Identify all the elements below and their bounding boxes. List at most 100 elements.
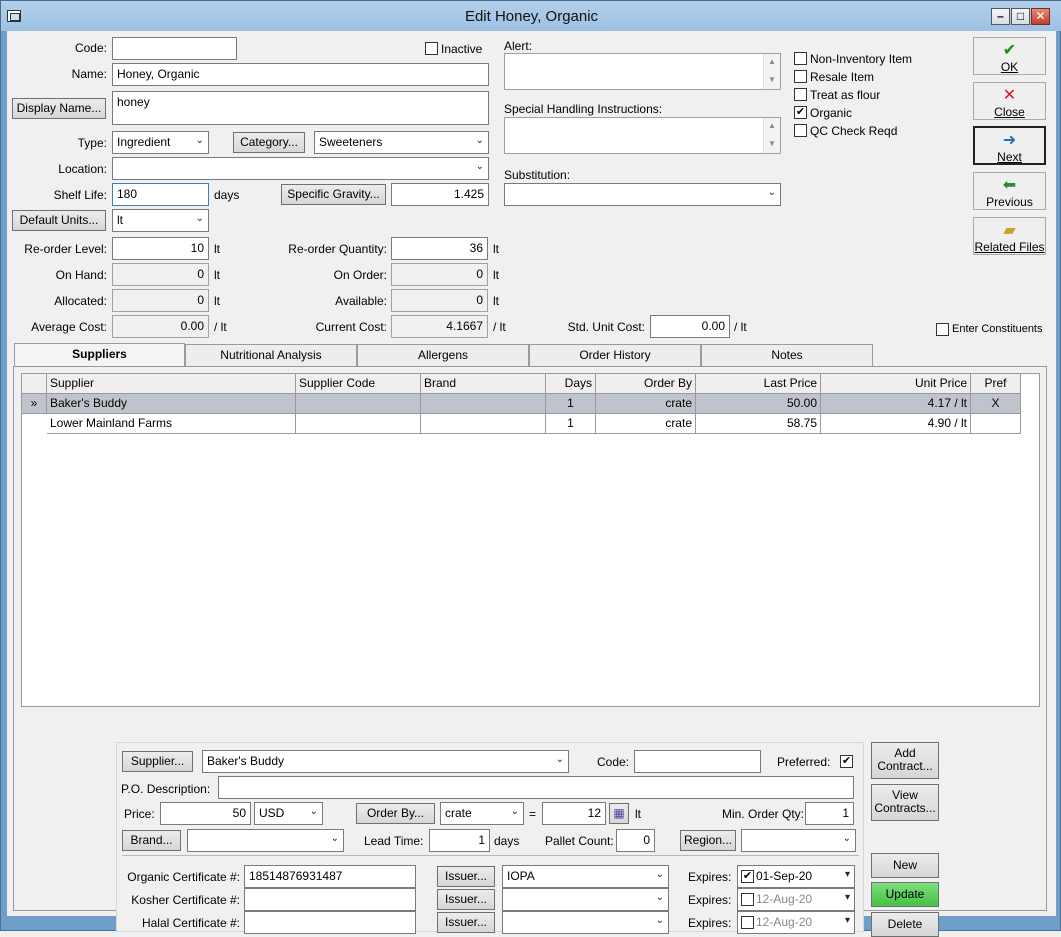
currency-select[interactable]: USD ⌄ [254, 802, 323, 825]
location-select[interactable]: ⌄ [112, 157, 489, 180]
col-last-price[interactable]: Last Price [696, 374, 821, 394]
price-label: Price: [124, 807, 155, 821]
default-units-button[interactable]: Default Units... [12, 210, 106, 231]
avg-cost-unit: / lt [214, 320, 227, 334]
order-qty-input[interactable]: 12 [542, 802, 606, 825]
halal-cert-label: Halal Certificate #: [141, 916, 240, 930]
scroll-down-icon: ▼ [768, 138, 776, 148]
special-handling-textarea[interactable]: ▲ ▼ [504, 117, 781, 154]
price-input[interactable]: 50 [160, 802, 251, 825]
cell-supplier-code [296, 394, 421, 414]
reorder-qty-input[interactable]: 36 [391, 237, 488, 260]
default-units-select[interactable]: lt ⌄ [112, 209, 209, 232]
previous-button[interactable]: ⬅ Previous [973, 172, 1046, 210]
view-contracts-button[interactable]: View Contracts... [871, 784, 939, 821]
organic-expires-checkbox[interactable]: ✔ [741, 870, 754, 883]
col-supplier[interactable]: Supplier [47, 374, 296, 394]
special-handling-scrollbar[interactable]: ▲ ▼ [763, 118, 780, 153]
window-close-button[interactable]: ✕ [1031, 8, 1050, 25]
col-supplier-code[interactable]: Supplier Code [296, 374, 421, 394]
col-brand[interactable]: Brand [421, 374, 546, 394]
order-by-button[interactable]: Order By... [356, 803, 435, 824]
preferred-checkbox[interactable]: ✔ [840, 755, 853, 768]
title-bar: Edit Honey, Organic – □ ✕ [1, 1, 1061, 31]
category-button[interactable]: Category... [233, 132, 305, 153]
on-hand-label: On Hand: [55, 268, 107, 282]
tab-nutritional-analysis[interactable]: Nutritional Analysis [185, 344, 357, 366]
add-contract-button[interactable]: Add Contract... [871, 742, 939, 779]
supplier-button[interactable]: Supplier... [122, 751, 193, 772]
substitution-select[interactable]: ⌄ [504, 183, 781, 206]
organic-issuer-button[interactable]: Issuer... [437, 866, 495, 887]
ok-button[interactable]: ✔ OK [973, 37, 1046, 75]
type-select[interactable]: Ingredient ⌄ [112, 131, 209, 154]
edit-item-window: Edit Honey, Organic – □ ✕ Code: Inactive… [0, 0, 1061, 937]
shelf-life-input[interactable]: 180 [112, 183, 209, 206]
lead-time-input[interactable]: 1 [429, 829, 490, 852]
col-days[interactable]: Days [546, 374, 596, 394]
calculator-icon[interactable]: ▦ [609, 803, 629, 824]
kosher-issuer-select[interactable]: ⌄ [502, 888, 669, 911]
supplier-select[interactable]: Baker's Buddy ⌄ [202, 750, 569, 773]
on-order-label: On Order: [333, 268, 387, 282]
specific-gravity-button[interactable]: Specific Gravity... [281, 184, 386, 205]
close-button[interactable]: ✕ Close [973, 82, 1046, 120]
tab-suppliers[interactable]: Suppliers [14, 343, 185, 367]
kosher-cert-input[interactable] [244, 888, 416, 911]
related-files-button[interactable]: ▰ Related Files [973, 217, 1046, 255]
halal-issuer-button[interactable]: Issuer... [437, 912, 495, 933]
cell-supplier: Baker's Buddy [47, 394, 296, 414]
tab-allergens[interactable]: Allergens [357, 344, 529, 366]
update-button[interactable]: Update [871, 882, 939, 907]
supplier-code-input[interactable] [634, 750, 761, 773]
resale-item-checkbox[interactable] [794, 70, 807, 83]
row-marker [22, 414, 47, 434]
col-order-by[interactable]: Order By [596, 374, 696, 394]
category-select[interactable]: Sweeteners ⌄ [314, 131, 489, 154]
delete-button[interactable]: Delete [871, 912, 939, 937]
specific-gravity-input[interactable]: 1.425 [391, 183, 489, 206]
kosher-issuer-button[interactable]: Issuer... [437, 889, 495, 910]
qc-check-checkbox[interactable] [794, 124, 807, 137]
treat-as-flour-checkbox[interactable] [794, 88, 807, 101]
col-unit-price[interactable]: Unit Price [821, 374, 971, 394]
alert-textarea[interactable]: ▲ ▼ [504, 53, 781, 90]
brand-select[interactable]: ⌄ [187, 829, 344, 852]
next-button[interactable]: ➜ Next [973, 126, 1046, 165]
display-name-button[interactable]: Display Name... [12, 98, 106, 119]
po-description-input[interactable] [218, 776, 854, 799]
kosher-expires-checkbox[interactable] [741, 893, 754, 906]
organic-checkbox[interactable]: ✔ [794, 106, 807, 119]
organic-issuer-select[interactable]: IOPA ⌄ [502, 865, 669, 888]
tab-notes[interactable]: Notes [701, 344, 873, 366]
code-input[interactable] [112, 37, 237, 60]
kosher-expires-picker[interactable]: 12-Aug-20 ▾ [737, 888, 855, 911]
halal-expires-checkbox[interactable] [741, 916, 754, 929]
min-order-input[interactable]: 1 [805, 802, 854, 825]
display-name-input[interactable]: honey [112, 91, 489, 125]
cell-order-by: crate [596, 394, 696, 414]
client-area: Code: Inactive Name: Honey, Organic Disp… [7, 31, 1056, 937]
inactive-checkbox[interactable] [425, 42, 438, 55]
region-button[interactable]: Region... [680, 830, 736, 851]
tab-order-history[interactable]: Order History [529, 344, 701, 366]
organic-cert-input[interactable]: 18514876931487 [244, 865, 416, 888]
region-select[interactable]: ⌄ [741, 829, 856, 852]
non-inventory-checkbox[interactable] [794, 52, 807, 65]
std-unit-cost-input[interactable]: 0.00 [650, 315, 730, 338]
enter-constituents-checkbox[interactable] [936, 323, 949, 336]
cell-order-by: crate [596, 414, 696, 434]
pallet-count-input[interactable]: 0 [616, 829, 655, 852]
brand-button[interactable]: Brand... [122, 830, 181, 851]
reorder-level-input[interactable]: 10 [112, 237, 209, 260]
minimize-button[interactable]: – [991, 8, 1010, 25]
order-by-select[interactable]: crate ⌄ [440, 802, 524, 825]
alert-scrollbar[interactable]: ▲ ▼ [763, 54, 780, 89]
new-button[interactable]: New [871, 853, 939, 878]
col-pref[interactable]: Pref [971, 374, 1021, 394]
organic-expires-picker[interactable]: ✔ 01-Sep-20 ▾ [737, 865, 855, 888]
suppliers-panel: Supplier Supplier Code Brand Days Order … [13, 366, 1047, 937]
qc-check-label: QC Check Reqd [810, 124, 898, 138]
name-input[interactable]: Honey, Organic [112, 63, 489, 86]
maximize-button[interactable]: □ [1011, 8, 1030, 25]
